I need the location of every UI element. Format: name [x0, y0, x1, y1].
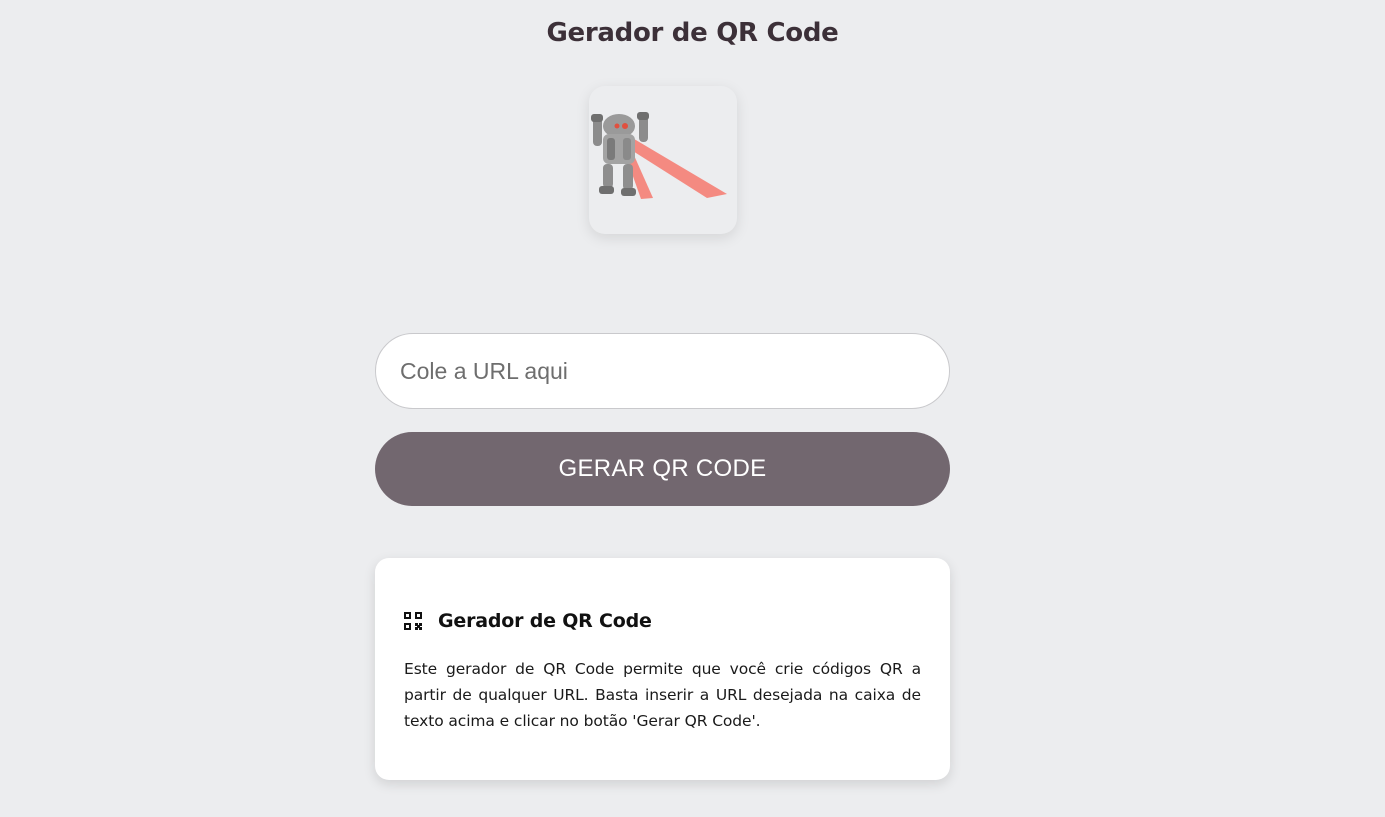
url-input[interactable]: [375, 333, 950, 409]
card-header: Gerador de QR Code: [404, 608, 921, 634]
generate-qr-button[interactable]: GERAR QR CODE: [375, 432, 950, 506]
card-description: Este gerador de QR Code permite que você…: [404, 660, 921, 730]
qr-code-icon: [404, 612, 422, 630]
info-card: Gerador de QR Code Este gerador de QR Co…: [375, 558, 950, 780]
page-title: Gerador de QR Code: [546, 18, 839, 48]
robot-with-laser-icon: [591, 112, 727, 199]
logo: [589, 86, 737, 234]
card-title: Gerador de QR Code: [438, 610, 652, 632]
